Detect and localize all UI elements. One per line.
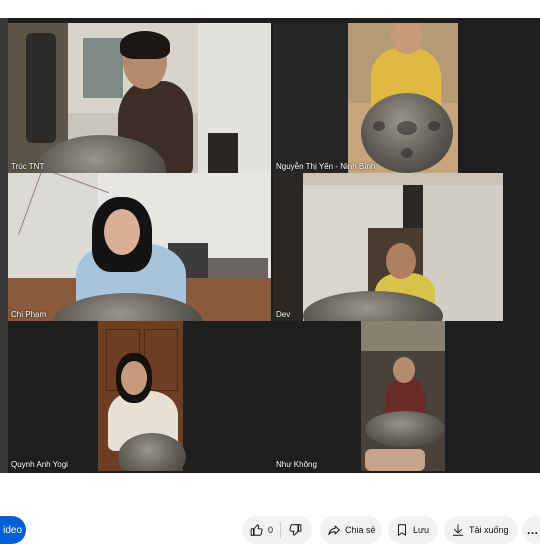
video-feed <box>273 173 503 321</box>
participant-tile-truc: Trúc TNT <box>8 23 271 173</box>
video-feed <box>8 173 271 321</box>
video-action-bar: ideo 0 Chia sẻ Lưu Tải xuống … <box>0 510 540 544</box>
participant-name: Nguyễn Thị Yến - Ninh Bình <box>276 162 376 171</box>
participant-tile-yen: Nguyễn Thị Yến - Ninh Bình <box>273 23 458 173</box>
thumb-up-icon <box>250 523 264 537</box>
video-button-label: ideo <box>3 524 22 536</box>
bookmark-icon <box>395 523 409 537</box>
video-feed <box>273 23 458 173</box>
participant-tile-quynh: Quynh Anh Yogi <box>8 321 271 471</box>
like-divider <box>280 522 281 538</box>
participant-name: Như Không <box>276 460 317 469</box>
download-label: Tải xuống <box>469 525 509 535</box>
participant-tile-chi: Chi Phạm <box>8 173 271 321</box>
video-margin <box>503 23 540 471</box>
video-feed <box>273 321 503 471</box>
participant-name: Trúc TNT <box>11 162 45 171</box>
participant-name: Dev <box>276 310 291 319</box>
video-feed <box>8 321 271 471</box>
download-icon <box>451 523 465 537</box>
participant-tile-dev: Dev <box>273 173 503 321</box>
participant-tile-nhu: Như Không <box>273 321 503 471</box>
share-label: Chia sẻ <box>345 525 376 535</box>
like-button[interactable]: 0 <box>242 523 273 537</box>
thumb-down-icon <box>288 523 302 537</box>
share-icon <box>327 523 341 537</box>
dislike-button[interactable] <box>288 523 306 539</box>
participant-name: Chi Phạm <box>11 310 47 319</box>
more-icon: … <box>526 523 540 537</box>
save-label: Lưu <box>413 525 430 535</box>
like-count: 0 <box>268 525 274 535</box>
video-player[interactable]: Trúc TNT Nguyễn Thị Yến - Ninh Bình Chi … <box>0 18 540 473</box>
video-feed <box>8 23 271 173</box>
participant-name: Quynh Anh Yogi <box>11 460 68 469</box>
